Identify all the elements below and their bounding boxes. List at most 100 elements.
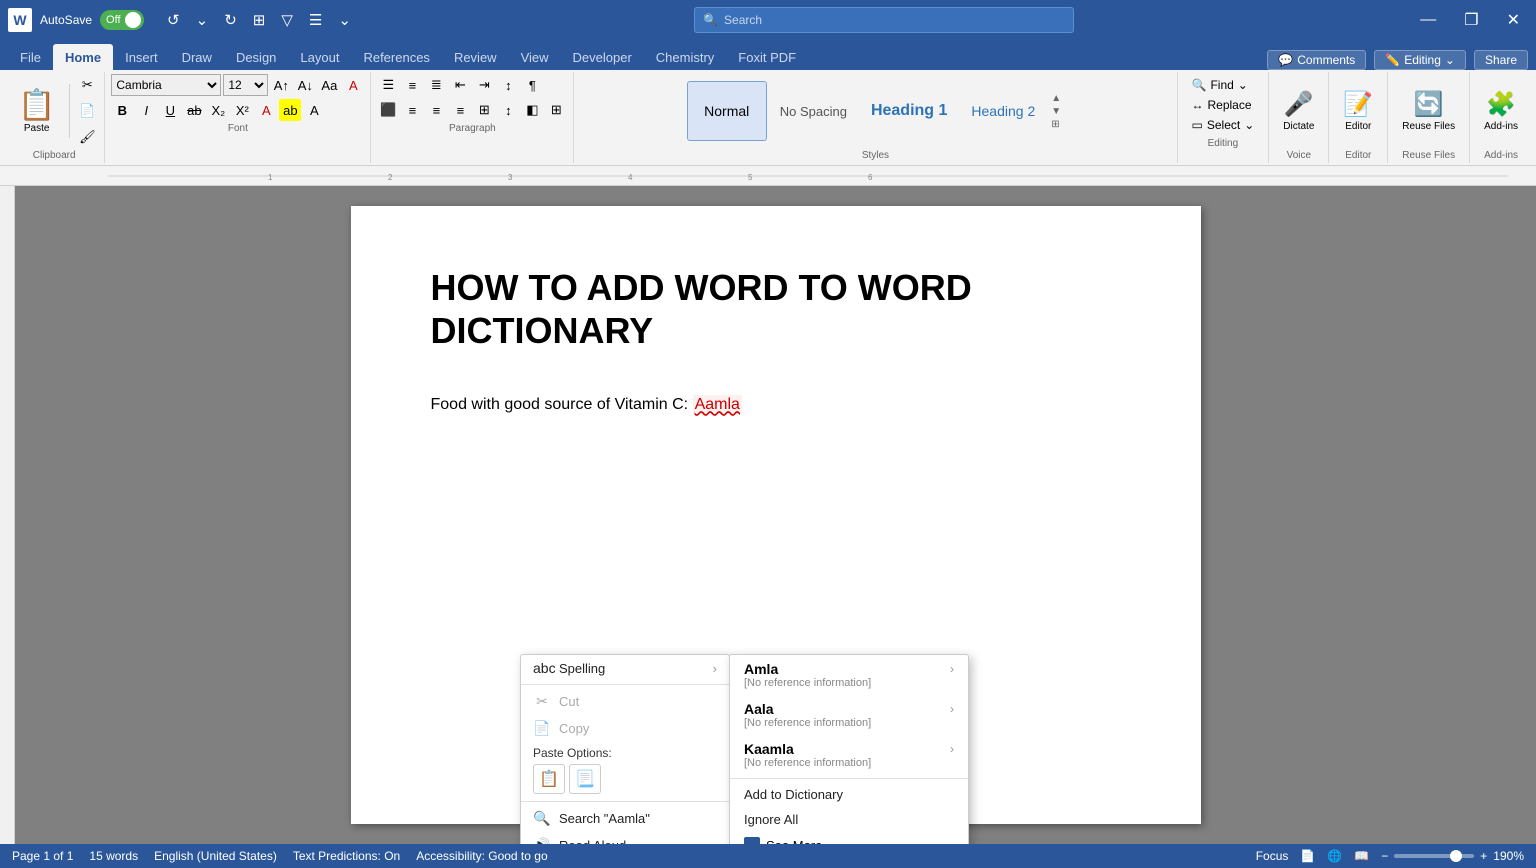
document-body[interactable]: Food with good source of Vitamin C: Aaml… — [431, 392, 1121, 418]
search-bar[interactable]: 🔍 Search — [694, 7, 1074, 33]
line-spacing-button[interactable]: ↕ — [497, 99, 519, 121]
dictate-button[interactable]: 🎤 Dictate — [1275, 86, 1322, 136]
zoom-slider[interactable] — [1394, 854, 1474, 858]
undo-button[interactable]: ↺ — [162, 9, 185, 31]
shading-button[interactable]: A — [303, 99, 325, 121]
word-logo-icon: W — [8, 8, 32, 32]
styles-expand[interactable]: ⊞ — [1048, 118, 1064, 131]
styles-scroll-up[interactable]: ▲ — [1048, 92, 1064, 105]
paste-merge-button[interactable]: 📃 — [569, 764, 601, 794]
editing-button[interactable]: ✏️ Editing ⌄ — [1374, 50, 1466, 70]
tab-design[interactable]: Design — [224, 44, 288, 70]
superscript-button[interactable]: X² — [231, 99, 253, 121]
quick-access-btn3[interactable]: ☰ — [304, 9, 327, 31]
borders-button[interactable]: ⊞ — [545, 99, 567, 121]
spelling-menu-item[interactable]: abc Spelling › — [521, 655, 729, 681]
font-grow-button[interactable]: A↑ — [270, 74, 292, 96]
comments-button[interactable]: 💬 Comments — [1267, 50, 1366, 70]
font-size-select[interactable]: 12 — [223, 74, 268, 96]
zoom-out-button[interactable]: − — [1381, 849, 1388, 863]
strikethrough-button[interactable]: ab — [183, 99, 205, 121]
align-center-button[interactable]: ≡ — [401, 99, 423, 121]
select-button[interactable]: ▭ Select ⌄ — [1188, 116, 1259, 134]
tab-references[interactable]: References — [351, 44, 441, 70]
suggestion1-item[interactable]: Amla › [No reference information] — [730, 655, 968, 695]
style-heading2-button[interactable]: Heading 2 — [960, 81, 1046, 141]
replace-button[interactable]: ↔ Replace — [1188, 96, 1259, 114]
copy-button[interactable]: 📄 — [76, 100, 98, 122]
read-aloud-menu-item[interactable]: 🔊 Read Aloud — [521, 832, 729, 844]
editor-button[interactable]: 📝 Editor — [1335, 86, 1381, 136]
font-color-button[interactable]: A — [255, 99, 277, 121]
tab-review[interactable]: Review — [442, 44, 509, 70]
justify-button[interactable]: ≡ — [449, 99, 471, 121]
document-area[interactable]: HOW TO ADD WORD TO WORD DICTIONARY Food … — [15, 186, 1536, 844]
clear-formatting-button[interactable]: A — [342, 74, 364, 96]
zoom-in-button[interactable]: + — [1480, 849, 1487, 863]
addins-button[interactable]: 🧩 Add-ins — [1476, 86, 1526, 136]
restore-button[interactable]: ❐ — [1456, 10, 1486, 30]
decrease-indent-button[interactable]: ⇤ — [449, 74, 471, 96]
pilcrow-button[interactable]: ¶ — [521, 74, 543, 96]
subscript-button[interactable]: X₂ — [207, 99, 229, 121]
tab-layout[interactable]: Layout — [288, 44, 351, 70]
underline-button[interactable]: U — [159, 99, 181, 121]
zoom-thumb[interactable] — [1450, 850, 1462, 862]
ignore-all-button[interactable]: Ignore All — [730, 807, 968, 832]
add-to-dictionary-button[interactable]: Add to Dictionary — [730, 782, 968, 807]
view-normal-icon[interactable]: 📄 — [1300, 849, 1315, 863]
tab-view[interactable]: View — [509, 44, 561, 70]
bold-button[interactable]: B — [111, 99, 133, 121]
font-shrink-button[interactable]: A↓ — [294, 74, 316, 96]
tab-insert[interactable]: Insert — [113, 44, 170, 70]
bullets-button[interactable]: ☰ — [377, 74, 399, 96]
paragraph-label: Paragraph — [449, 123, 496, 134]
view-web-icon[interactable]: 🌐 — [1327, 849, 1342, 863]
minimize-button[interactable]: — — [1412, 11, 1444, 29]
style-normal-button[interactable]: Normal — [687, 81, 767, 141]
misspelled-word[interactable]: Aamla — [693, 395, 742, 414]
align-right-button[interactable]: ≡ — [425, 99, 447, 121]
quick-access-btn2[interactable]: ▽ — [276, 9, 298, 31]
tab-draw[interactable]: Draw — [170, 44, 224, 70]
search-menu-item[interactable]: 🔍 Search "Aamla" — [521, 805, 729, 832]
multilevel-button[interactable]: ≣ — [425, 74, 447, 96]
autosave-toggle[interactable]: Off — [100, 10, 144, 30]
highlight-button[interactable]: ab — [279, 99, 301, 121]
numbering-button[interactable]: ≡ — [401, 74, 423, 96]
find-button[interactable]: 🔍 Find ⌄ — [1188, 76, 1259, 94]
cut-button[interactable]: ✂ — [76, 74, 98, 96]
close-button[interactable]: ✕ — [1499, 10, 1528, 30]
shading-para-button[interactable]: ◧ — [521, 99, 543, 121]
view-read-icon[interactable]: 📖 — [1354, 849, 1369, 863]
tab-chemistry[interactable]: Chemistry — [644, 44, 727, 70]
quick-access-btn1[interactable]: ⊞ — [248, 9, 271, 31]
font-name-select[interactable]: Cambria — [111, 74, 221, 96]
style-heading1-button[interactable]: Heading 1 — [860, 81, 958, 141]
redo-button[interactable]: ↻ — [219, 9, 242, 31]
tab-foxit[interactable]: Foxit PDF — [726, 44, 808, 70]
format-painter-button[interactable]: 🖌 — [76, 126, 98, 148]
style-nospacing-button[interactable]: No Spacing — [769, 81, 858, 141]
share-button[interactable]: Share — [1474, 50, 1528, 70]
suggestion3-arrow: › — [950, 742, 954, 756]
undo-dropdown-button[interactable]: ⌄ — [191, 9, 214, 31]
paste-button[interactable]: 📋 Paste — [10, 84, 63, 138]
suggestion2-item[interactable]: Aala › [No reference information] — [730, 695, 968, 735]
align-left-button[interactable]: ⬛ — [377, 99, 399, 121]
tab-developer[interactable]: Developer — [561, 44, 644, 70]
reuse-button[interactable]: 🔄 Reuse Files — [1394, 86, 1463, 136]
tab-home[interactable]: Home — [53, 44, 113, 70]
change-case-button[interactable]: Aa — [318, 74, 340, 96]
columns-button[interactable]: ⊞ — [473, 99, 495, 121]
sort-button[interactable]: ↕ — [497, 74, 519, 96]
styles-scroll-down[interactable]: ▼ — [1048, 105, 1064, 118]
italic-button[interactable]: I — [135, 99, 157, 121]
paste-keep-source-button[interactable]: 📋 — [533, 764, 565, 794]
tab-file[interactable]: File — [8, 44, 53, 70]
suggestion3-item[interactable]: Kaamla › [No reference information] — [730, 735, 968, 775]
focus-label[interactable]: Focus — [1256, 849, 1289, 863]
increase-indent-button[interactable]: ⇥ — [473, 74, 495, 96]
see-more-button[interactable]: See More — [730, 832, 968, 844]
quick-access-btn4[interactable]: ⌄ — [333, 9, 356, 31]
